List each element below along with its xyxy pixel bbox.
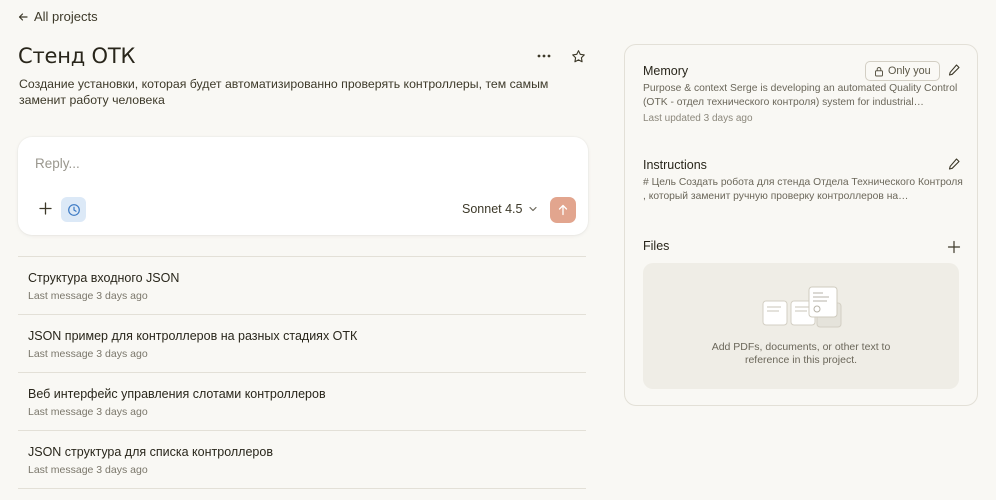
only-you-label: Only you [888, 65, 931, 77]
memory-text: Purpose & context Serge is developing an… [643, 83, 958, 108]
send-button[interactable] [550, 197, 576, 223]
chat-title: JSON структура для списка контроллеров [28, 445, 273, 459]
lock-icon [875, 66, 883, 76]
back-label: All projects [34, 9, 98, 24]
project-title: Стенд ОТК [18, 44, 136, 68]
add-attachment-button[interactable] [36, 199, 54, 217]
arrow-up-icon [558, 204, 568, 216]
files-empty-line-1: Add PDFs, documents, or other text to [711, 341, 891, 353]
chat-title: Веб интерфейс управления слотами контрол… [28, 387, 326, 401]
chat-meta: Last message 3 days ago [28, 406, 148, 418]
files-empty-text: Add PDFs, documents, or other text to re… [643, 341, 959, 367]
chat-title: JSON пример для контроллеров на разных с… [28, 329, 358, 343]
clock-icon [67, 203, 80, 216]
chat-list-item[interactable]: JSON структура для списка контроллеров L… [18, 430, 586, 489]
instructions-title: Instructions [643, 158, 707, 172]
back-to-projects-link[interactable]: All projects [17, 9, 98, 24]
model-selector[interactable]: Sonnet 4.5 [462, 202, 538, 216]
star-icon[interactable] [568, 46, 588, 66]
memory-title: Memory [643, 64, 689, 78]
only-you-badge[interactable]: Only you [865, 61, 940, 81]
plus-icon [38, 201, 52, 215]
chevron-down-icon [529, 206, 538, 212]
instructions-text: # Цель Создать робота для стенда Отдела … [643, 177, 963, 202]
chat-list-item[interactable]: Структура входного JSON Last message 3 d… [18, 256, 586, 314]
chat-title: Структура входного JSON [28, 271, 180, 285]
files-dropzone[interactable]: Add PDFs, documents, or other text to re… [643, 263, 959, 389]
chat-list-item[interactable]: Веб интерфейс управления слотами контрол… [18, 372, 586, 430]
reply-composer[interactable]: Reply... Sonnet 4.5 [18, 137, 588, 235]
model-label: Sonnet 4.5 [462, 202, 523, 216]
chat-meta: Last message 3 days ago [28, 290, 148, 302]
arrow-left-icon [18, 12, 28, 21]
edit-memory-icon[interactable] [947, 63, 961, 77]
history-button[interactable] [61, 197, 86, 222]
chat-list-item[interactable]: JSON пример для контроллеров на разных с… [18, 314, 586, 372]
reply-input[interactable]: Reply... [35, 156, 80, 171]
project-description: Создание установки, которая будет автома… [19, 77, 549, 107]
edit-instructions-icon[interactable] [947, 157, 961, 171]
documents-illustration-icon [762, 286, 842, 328]
more-options-icon[interactable] [534, 46, 554, 66]
chat-meta: Last message 3 days ago [28, 464, 148, 476]
memory-updated: Last updated 3 days ago [643, 113, 753, 124]
project-knowledge-panel: Memory Only you Purpose & context Serge … [624, 44, 978, 406]
files-title: Files [643, 239, 670, 253]
chat-list: Структура входного JSON Last message 3 d… [18, 256, 586, 489]
files-empty-line-2: reference in this project. [744, 354, 858, 366]
chat-meta: Last message 3 days ago [28, 348, 148, 360]
add-file-icon[interactable] [947, 240, 961, 254]
